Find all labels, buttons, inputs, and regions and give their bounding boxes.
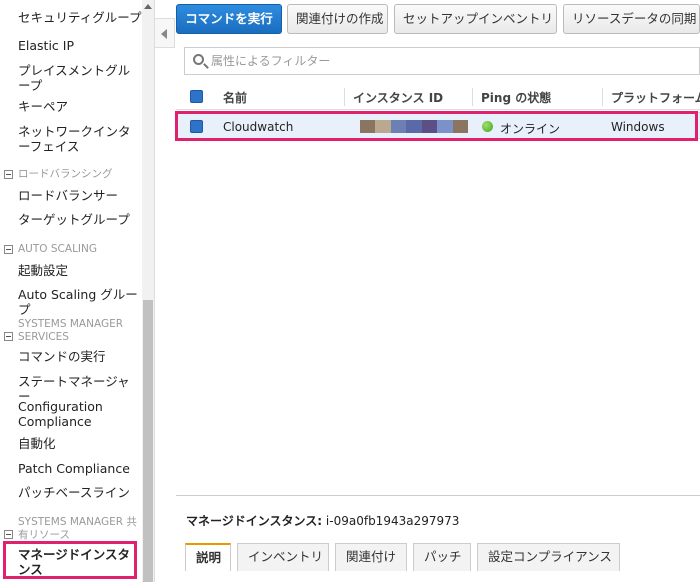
sidebar-item-target-groups[interactable]: ターゲットグループ	[18, 212, 142, 227]
sidebar-item-automation[interactable]: 自動化	[18, 436, 142, 451]
sidebar-item-security-groups[interactable]: セキュリティグループ	[18, 10, 142, 25]
section-title: SYSTEMS MANAGER 共有リソース	[18, 516, 137, 541]
section-title: AUTO SCALING	[18, 243, 98, 255]
create-association-button[interactable]: 関連付けの作成	[287, 4, 388, 34]
column-header-ping-status[interactable]: Ping の状態	[481, 89, 551, 106]
run-command-button[interactable]: コマンドを実行	[176, 4, 282, 34]
search-icon	[193, 54, 204, 65]
resource-data-sync-button[interactable]: リソースデータの同期	[563, 4, 700, 34]
sidebar-item-patch-compliance[interactable]: Patch Compliance	[18, 461, 142, 476]
filter-input[interactable]	[211, 52, 691, 70]
setup-inventory-button[interactable]: セットアップインベントリ	[394, 4, 557, 34]
row-highlight	[175, 111, 698, 141]
active-item-highlight	[3, 541, 137, 579]
collapse-icon[interactable]	[4, 245, 13, 254]
sidebar: セキュリティグループ Elastic IP プレイスメントグループ キーペア ネ…	[0, 0, 155, 582]
tab-association[interactable]: 関連付け	[335, 543, 407, 571]
details-panel: マネージドインスタンス: i-09a0fb1943a297973 説明 インベン…	[176, 495, 700, 582]
tab-description[interactable]: 説明	[185, 543, 231, 571]
tab-config-compliance[interactable]: 設定コンプライアンス	[477, 543, 620, 571]
sidebar-item-network-interfaces[interactable]: ネットワークインターフェイス	[18, 124, 142, 154]
details-title: マネージドインスタンス: i-09a0fb1943a297973	[186, 512, 459, 529]
details-label: マネージドインスタンス:	[186, 514, 323, 528]
select-all-checkbox[interactable]	[190, 90, 203, 103]
table-header: 名前 インスタンス ID Ping の状態 プラットフォーム	[176, 84, 700, 110]
sidebar-item-configuration-compliance[interactable]: Configuration Compliance	[18, 399, 142, 429]
tab-inventory[interactable]: インベントリ	[237, 543, 329, 571]
filter-bar	[184, 47, 700, 75]
sidebar-item-elastic-ip[interactable]: Elastic IP	[18, 38, 142, 53]
scrollbar-thumb[interactable]	[143, 300, 153, 582]
collapse-icon[interactable]	[4, 170, 13, 179]
sidebar-item-run-command[interactable]: コマンドの実行	[18, 349, 142, 364]
section-title: ロードバランシング	[18, 168, 113, 180]
column-divider	[602, 88, 603, 106]
toolbar: コマンドを実行 関連付けの作成 セットアップインベントリ リソースデータの同期	[176, 4, 700, 36]
column-divider	[344, 88, 345, 106]
sidebar-item-auto-scaling-groups[interactable]: Auto Scaling グループ	[18, 287, 142, 317]
scroll-up-icon[interactable]	[144, 4, 152, 9]
section-title: SYSTEMS MANAGER SERVICES	[18, 318, 124, 343]
details-instance-id: i-09a0fb1943a297973	[325, 514, 460, 528]
collapse-sidebar-button[interactable]	[155, 18, 175, 48]
sidebar-item-launch-configurations[interactable]: 起動設定	[18, 263, 142, 278]
sidebar-item-patch-baselines[interactable]: パッチベースライン	[18, 485, 142, 500]
sidebar-item-placement-groups[interactable]: プレイスメントグループ	[18, 63, 142, 93]
sidebar-scrollbar[interactable]	[142, 0, 154, 582]
collapse-icon[interactable]	[4, 530, 13, 539]
collapse-icon[interactable]	[4, 332, 13, 341]
column-header-instance-id[interactable]: インスタンス ID	[353, 89, 443, 106]
tab-patch[interactable]: パッチ	[413, 543, 471, 571]
column-header-name[interactable]: 名前	[223, 89, 247, 106]
column-header-platform[interactable]: プラットフォーム	[611, 89, 700, 106]
chevron-left-icon	[161, 29, 167, 39]
sidebar-item-key-pairs[interactable]: キーペア	[18, 99, 142, 114]
column-divider	[472, 88, 473, 106]
sidebar-item-load-balancers[interactable]: ロードバランサー	[18, 188, 142, 203]
